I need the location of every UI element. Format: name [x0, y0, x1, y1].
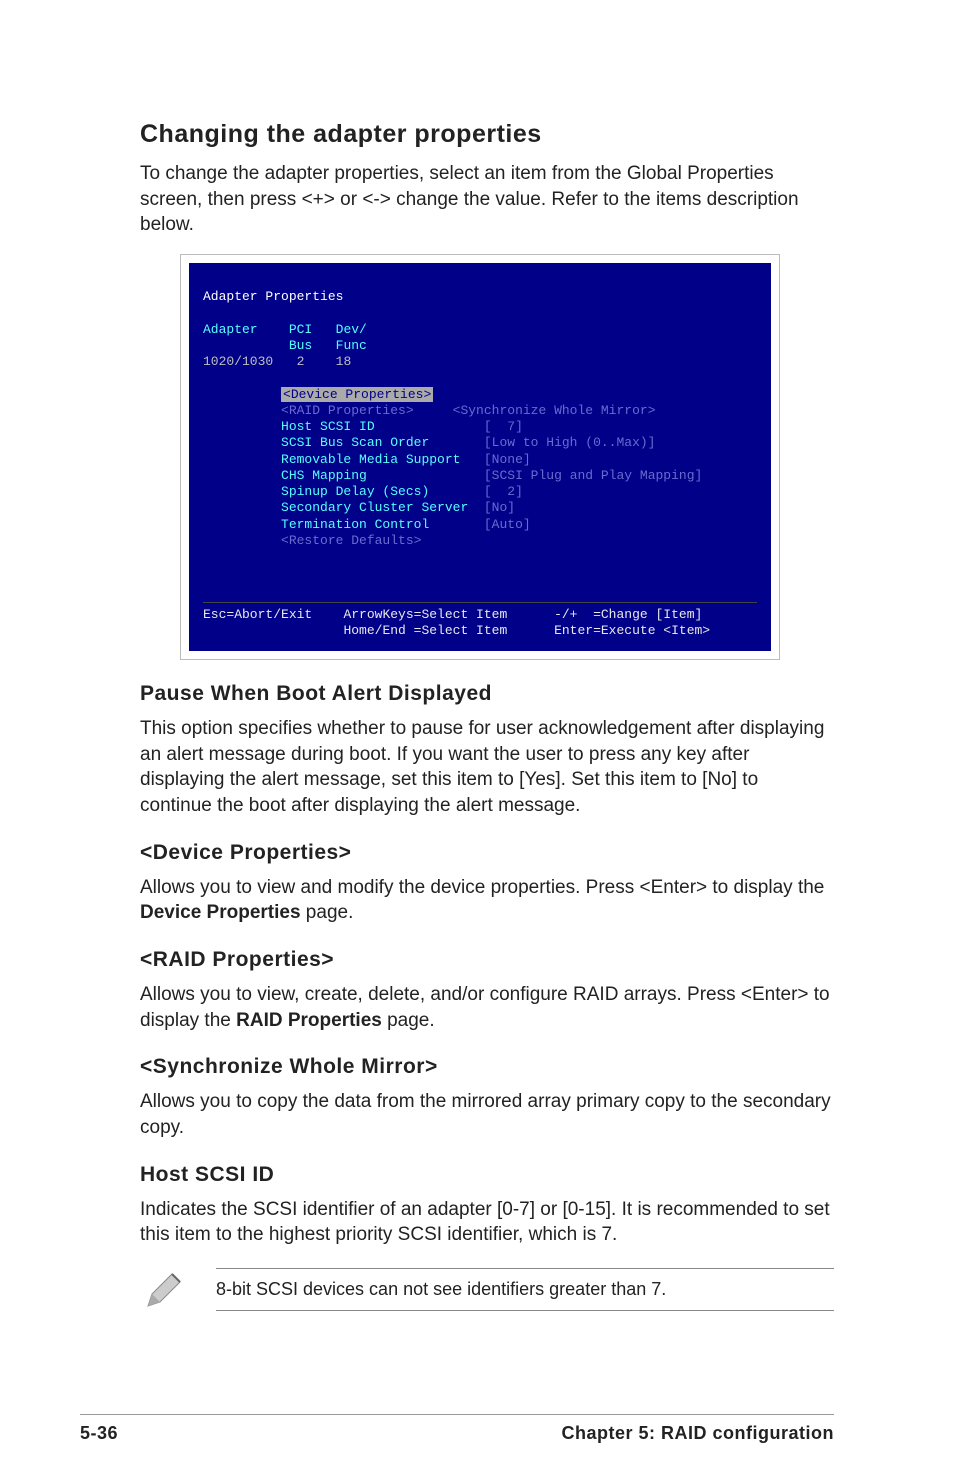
bios-item-secondary[interactable]: Secondary Cluster Server [No]: [281, 500, 515, 515]
heading-raid: <RAID Properties>: [140, 948, 834, 972]
para-sync: Allows you to copy the data from the mir…: [140, 1089, 834, 1140]
note-text: 8-bit SCSI devices can not see identifie…: [216, 1268, 834, 1311]
para-host: Indicates the SCSI identifier of an adap…: [140, 1197, 834, 1248]
heading-pause: Pause When Boot Alert Displayed: [140, 682, 834, 706]
bios-item-chs[interactable]: CHS Mapping [SCSI Plug and Play Mapping]: [281, 468, 702, 483]
bios-item-term[interactable]: Termination Control [Auto]: [281, 517, 531, 532]
bios-col-dev: Dev/: [336, 322, 367, 337]
para-raid: Allows you to view, create, delete, and/…: [140, 982, 834, 1033]
page-title: Changing the adapter properties: [140, 120, 834, 149]
bios-row-func: 18: [336, 354, 352, 369]
bios-col-adapter: Adapter: [203, 322, 258, 337]
bios-header: Adapter Properties: [203, 289, 343, 304]
heading-device: <Device Properties>: [140, 841, 834, 865]
para-pause: This option specifies whether to pause f…: [140, 716, 834, 819]
note: 8-bit SCSI devices can not see identifie…: [140, 1266, 834, 1314]
chapter-label: Chapter 5: RAID configuration: [561, 1423, 834, 1444]
bios-col-func: Func: [336, 338, 367, 353]
bios-col-pci: PCI: [289, 322, 312, 337]
bios-terminal: Adapter Properties Adapter PCI Dev/ Bus …: [189, 263, 771, 651]
intro-paragraph: To change the adapter properties, select…: [140, 161, 834, 238]
page-number: 5-36: [80, 1423, 118, 1444]
page-footer: 5-36 Chapter 5: RAID configuration: [80, 1414, 834, 1444]
bios-col-bus: Bus: [289, 338, 312, 353]
heading-host: Host SCSI ID: [140, 1163, 834, 1187]
bios-item-raid[interactable]: <RAID Properties> <Synchronize Whole Mir…: [281, 403, 655, 418]
bios-item-host[interactable]: Host SCSI ID [ 7]: [281, 419, 523, 434]
bios-item-restore[interactable]: <Restore Defaults>: [281, 533, 421, 548]
bios-footer: Esc=Abort/Exit ArrowKeys=Select Item -/+…: [203, 602, 757, 640]
bios-item-spinup[interactable]: Spinup Delay (Secs) [ 2]: [281, 484, 523, 499]
bios-selected-item[interactable]: <Device Properties>: [281, 387, 433, 402]
pencil-icon: [140, 1266, 188, 1314]
heading-sync: <Synchronize Whole Mirror>: [140, 1055, 834, 1079]
bios-row-adapter: 1020/1030: [203, 354, 273, 369]
bios-item-removable[interactable]: Removable Media Support [None]: [281, 452, 531, 467]
bios-item-scan[interactable]: SCSI Bus Scan Order [Low to High (0..Max…: [281, 435, 655, 450]
para-device: Allows you to view and modify the device…: [140, 875, 834, 926]
bios-screenshot: Adapter Properties Adapter PCI Dev/ Bus …: [180, 254, 780, 660]
bios-row-bus: 2: [297, 354, 305, 369]
